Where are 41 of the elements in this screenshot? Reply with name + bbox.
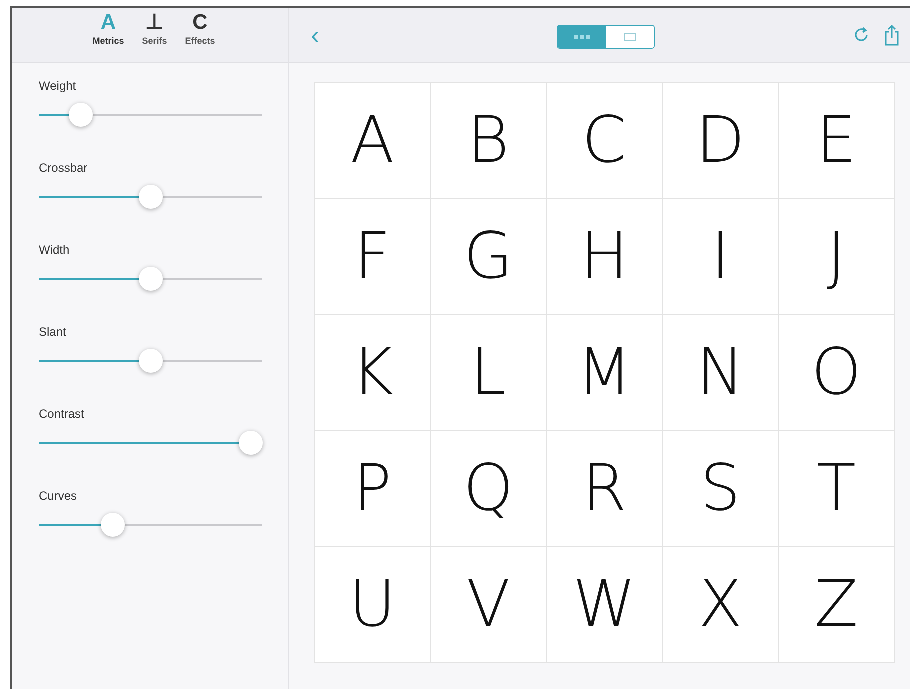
letter-tile[interactable]: B	[431, 83, 547, 199]
letter-tile[interactable]: E	[779, 83, 895, 199]
share-icon[interactable]	[884, 24, 900, 46]
letter-tile[interactable]: D	[663, 83, 779, 199]
letter-tile[interactable]: X	[663, 547, 779, 663]
letter-tile[interactable]: U	[315, 547, 431, 663]
sidebar-tab[interactable]: ⊥ Serifs	[140, 8, 170, 62]
grid-icon	[574, 34, 590, 40]
grid-view-button[interactable]	[558, 26, 606, 48]
letter-tile[interactable]: I	[663, 199, 779, 315]
letter-tile[interactable]: Z	[779, 547, 895, 663]
letter-tile[interactable]: P	[315, 431, 431, 547]
slider-label: Curves	[39, 489, 78, 503]
letter-tile[interactable]: R	[547, 431, 663, 547]
refresh-icon[interactable]	[854, 26, 870, 44]
letter-tile[interactable]: F	[315, 199, 431, 315]
view-mode-switch[interactable]	[557, 25, 655, 49]
letter-tile[interactable]: C	[547, 83, 663, 199]
letter-tile[interactable]: M	[547, 315, 663, 431]
letter-tile[interactable]: K	[315, 315, 431, 431]
letter-tile[interactable]: Q	[431, 431, 547, 547]
text-view-button[interactable]	[606, 26, 654, 48]
letter-tile[interactable]: T	[779, 431, 895, 547]
rectangle-icon	[624, 33, 636, 41]
slider-label: Contrast	[39, 407, 84, 421]
letter-tile[interactable]: S	[663, 431, 779, 547]
letter-tile[interactable]: V	[431, 547, 547, 663]
slider-label: Weight	[39, 79, 76, 93]
sidebar-tab[interactable]: A Metrics	[90, 8, 126, 62]
letter-tile[interactable]: G	[431, 199, 547, 315]
slider-label: Slant	[39, 325, 66, 339]
letter-tile[interactable]: A	[315, 83, 431, 199]
slider-label: Width	[39, 243, 70, 257]
letter-tile[interactable]: W	[547, 547, 663, 663]
letter-tile[interactable]: L	[431, 315, 547, 431]
letter-tile[interactable]: N	[663, 315, 779, 431]
letter-tile[interactable]: H	[547, 199, 663, 315]
letter-tile[interactable]: O	[779, 315, 895, 431]
letter-tile[interactable]: J	[779, 199, 895, 315]
slider-label: Crossbar	[39, 161, 88, 175]
sidebar-tab[interactable]: C Effects	[183, 8, 218, 62]
